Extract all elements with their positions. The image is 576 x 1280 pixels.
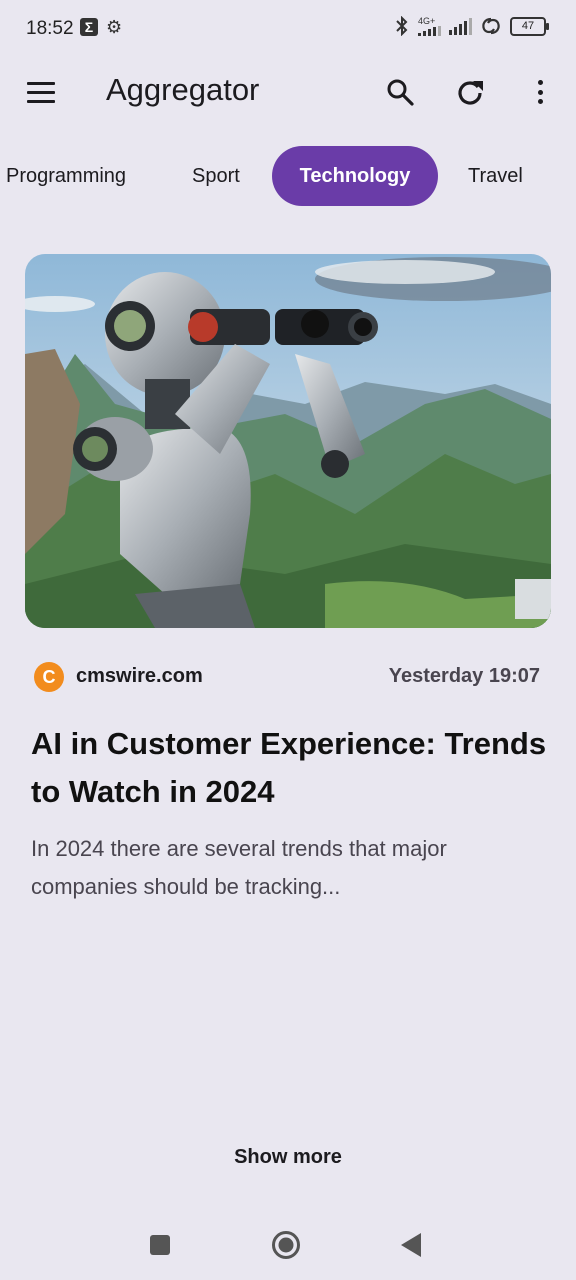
- status-right-icons: 4G+ 47: [394, 15, 549, 36]
- refresh-icon[interactable]: [456, 78, 484, 106]
- source-logo-icon: C: [34, 662, 64, 692]
- sigma-app-icon: Σ: [80, 18, 98, 36]
- status-time: 18:52: [26, 18, 74, 39]
- home-button[interactable]: [271, 1230, 301, 1260]
- signal-strength-icon: [418, 25, 441, 36]
- app-bar: Aggregator: [0, 58, 576, 128]
- bluetooth-icon: [396, 16, 408, 36]
- recent-apps-button[interactable]: [150, 1235, 170, 1255]
- signal-strength-icon-2: [449, 17, 472, 35]
- app-title: Aggregator: [106, 72, 260, 107]
- settings-gear-icon: ⚙: [106, 17, 123, 37]
- article-title[interactable]: AI in Customer Experience: Trends to Wat…: [31, 720, 551, 816]
- back-button[interactable]: [400, 1232, 422, 1258]
- more-vert-icon[interactable]: [530, 78, 550, 106]
- menu-icon[interactable]: [27, 82, 55, 104]
- article-image[interactable]: [25, 254, 551, 628]
- article-date: Yesterday 19:07: [388, 665, 540, 687]
- battery-icon: 47: [510, 16, 549, 36]
- tab-technology[interactable]: Technology: [272, 146, 438, 206]
- status-bar: 18:52 Σ ⚙ 4G+ 47: [0, 0, 576, 58]
- show-more-button[interactable]: Show more: [0, 1146, 576, 1169]
- hotspot-icon: [482, 17, 500, 35]
- search-icon[interactable]: [386, 78, 414, 106]
- robot-binoculars-illustration: [25, 254, 551, 628]
- tab-sport[interactable]: Sport: [192, 146, 240, 206]
- status-notification-icons: Σ ⚙: [80, 18, 122, 36]
- article-summary: In 2024 there are several trends that ma…: [31, 836, 447, 899]
- category-tabs: Programming Sport Technology Travel: [0, 146, 576, 206]
- tab-programming[interactable]: Programming: [6, 146, 126, 206]
- tab-travel[interactable]: Travel: [468, 146, 523, 206]
- network-type-label: 4G+: [418, 15, 436, 26]
- article-source-row: C cmswire.com Yesterday 19:07: [34, 660, 540, 694]
- article-source: cmswire.com: [76, 665, 203, 687]
